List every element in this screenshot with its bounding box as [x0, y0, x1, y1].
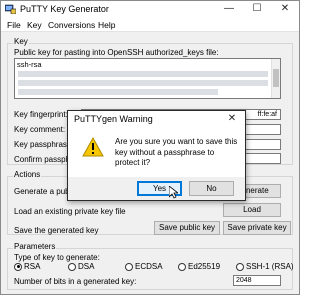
radio-ed25519-label: Ed25519	[188, 262, 221, 271]
actions-group-label: Actions	[13, 170, 42, 179]
load-label: Load an existing private key file	[14, 207, 126, 216]
minimize-button[interactable]: —	[215, 1, 243, 18]
puttygen-warning-dialog: PuTTYgen Warning ✕ Are you sure you want…	[67, 110, 246, 201]
menu-bar: File Key Conversions Help	[1, 18, 299, 32]
close-button[interactable]: ✕	[271, 1, 299, 18]
menu-conversions[interactable]: Conversions	[48, 20, 95, 30]
redacted-key-line	[18, 71, 268, 77]
menu-file[interactable]: File	[7, 20, 21, 30]
radio-button[interactable]	[125, 262, 133, 271]
warning-icon	[82, 137, 104, 157]
passphrase-label: Key passphrase:	[14, 140, 74, 149]
maximize-button[interactable]: ☐	[243, 1, 271, 18]
no-button[interactable]: No	[189, 181, 234, 196]
radio-button[interactable]	[236, 262, 244, 271]
save-public-key-button[interactable]: Save public key	[154, 221, 220, 235]
fingerprint-value: ff:fe:af	[257, 111, 277, 118]
mouse-pointer-icon	[169, 186, 178, 199]
radio-dsa-label: DSA	[78, 262, 95, 271]
public-key-first-line: ssh-rsa	[17, 60, 42, 69]
radio-rsa[interactable]: RSA	[14, 262, 40, 271]
key-type-label: Type of key to generate:	[14, 253, 100, 262]
redacted-key-line	[18, 80, 268, 86]
radio-ssh1-rsa[interactable]: SSH-1 (RSA)	[236, 262, 294, 271]
radio-ed25519[interactable]: Ed25519	[178, 262, 220, 271]
puttygen-app-icon	[5, 4, 16, 14]
radio-dsa[interactable]: DSA	[68, 262, 94, 271]
radio-ecdsa[interactable]: ECDSA	[125, 262, 163, 271]
textarea-scrollbar[interactable]	[271, 59, 280, 98]
radio-ssh1-rsa-label: SSH-1 (RSA)	[246, 262, 294, 271]
redacted-key-line	[18, 89, 218, 95]
radio-button[interactable]	[178, 262, 186, 271]
comment-label: Key comment:	[14, 125, 66, 134]
radio-button-selected[interactable]	[14, 262, 22, 271]
dialog-title: PuTTYgen Warning	[74, 114, 153, 124]
radio-button[interactable]	[68, 262, 76, 271]
public-key-label: Public key for pasting into OpenSSH auth…	[14, 48, 219, 57]
save-private-key-button[interactable]: Save private key	[223, 221, 291, 235]
scrollbar-thumb[interactable]	[273, 69, 279, 87]
parameters-group-label: Parameters	[13, 242, 57, 251]
dialog-close-button[interactable]: ✕	[219, 111, 245, 127]
dialog-body: Are you sure you want to save this key w…	[68, 127, 245, 177]
key-group-label: Key	[13, 37, 29, 46]
dialog-message: Are you sure you want to save this key w…	[115, 137, 238, 167]
menu-help[interactable]: Help	[98, 20, 115, 30]
radio-ecdsa-label: ECDSA	[135, 262, 163, 271]
bits-label: Number of bits in a generated key:	[14, 277, 137, 286]
public-key-textarea[interactable]: ssh-rsa	[14, 58, 281, 99]
title-bar: PuTTY Key Generator — ☐ ✕	[1, 1, 299, 18]
save-label: Save the generated key	[14, 226, 99, 235]
fingerprint-label: Key fingerprint:	[14, 110, 68, 119]
window-title: PuTTY Key Generator	[20, 4, 109, 14]
load-button[interactable]: Load	[223, 203, 281, 217]
menu-key[interactable]: Key	[27, 20, 42, 30]
bits-field[interactable]: 2048	[233, 275, 281, 286]
dialog-title-bar: PuTTYgen Warning ✕	[68, 111, 245, 127]
radio-rsa-label: RSA	[24, 262, 41, 271]
